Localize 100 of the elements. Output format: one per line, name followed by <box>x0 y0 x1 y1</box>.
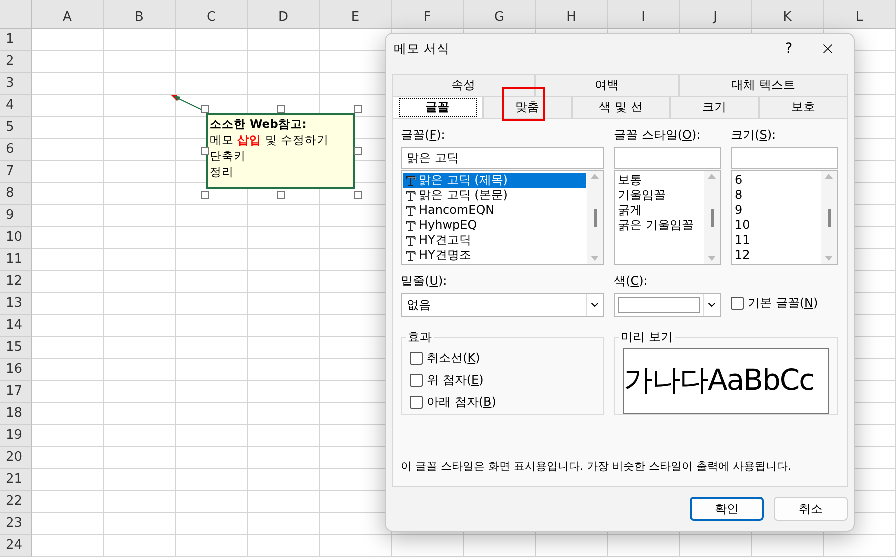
resize-handle[interactable] <box>354 147 362 155</box>
dialog-tab[interactable]: 보호 <box>758 96 848 118</box>
dialog-tab[interactable]: 글꼴 <box>392 96 484 118</box>
font-list[interactable]: 맑은 고딕 (제목) 맑은 고딕 (본문) HancomEQN HyhwpEQ HY견고딕 HY견명조 <box>401 170 604 265</box>
font-list-item[interactable]: HyhwpEQ <box>403 218 586 233</box>
row-header[interactable]: 4 <box>0 95 32 117</box>
row-header[interactable]: 3 <box>0 73 32 95</box>
scroll-thumb-icon[interactable] <box>594 208 596 226</box>
row-header[interactable]: 12 <box>0 271 32 293</box>
row-header[interactable]: 16 <box>0 359 32 381</box>
size-field[interactable] <box>731 147 838 169</box>
column-header[interactable]: E <box>320 0 392 29</box>
column-header[interactable]: L <box>824 0 896 29</box>
dialog-tab[interactable]: 맞춤 <box>483 96 572 118</box>
row-header[interactable]: 14 <box>0 315 32 337</box>
resize-handle[interactable] <box>277 105 285 113</box>
scroll-up-icon[interactable] <box>825 174 833 179</box>
row-header[interactable]: 23 <box>0 513 32 535</box>
resize-handle[interactable] <box>354 191 362 199</box>
row-header[interactable]: 21 <box>0 469 32 491</box>
dialog-tab[interactable]: 대체 텍스트 <box>678 74 848 96</box>
font-style-field[interactable] <box>614 147 721 169</box>
row-header[interactable]: 24 <box>0 535 32 557</box>
column-header[interactable]: I <box>608 0 680 29</box>
dialog-tab[interactable]: 크기 <box>670 96 759 118</box>
comment-box[interactable]: 소소한 Web참고: 메모 삽입 및 수정하기 단축키 정리 <box>206 113 355 189</box>
column-header[interactable]: C <box>176 0 248 29</box>
default-font-checkbox[interactable]: 기본 글꼴(N) <box>731 295 818 312</box>
scroll-thumb-icon[interactable] <box>710 208 714 226</box>
scroll-down-icon[interactable] <box>591 256 599 261</box>
row-header[interactable]: 2 <box>0 51 32 73</box>
resize-handle[interactable] <box>201 191 209 199</box>
font-field[interactable]: 맑은 고딕 <box>401 147 604 169</box>
column-header[interactable]: A <box>32 0 104 29</box>
column-header[interactable]: K <box>752 0 824 29</box>
ok-button[interactable]: 확인 <box>690 497 764 521</box>
dialog-tab[interactable]: 속성 <box>392 74 536 96</box>
row-header[interactable]: 5 <box>0 117 32 139</box>
font-style-list[interactable]: 보통 기울임꼴 굵게 굵은 기울임꼴 <box>614 170 721 265</box>
color-dropdown[interactable] <box>614 293 721 317</box>
column-header[interactable]: B <box>104 0 176 29</box>
resize-handle[interactable] <box>201 147 209 155</box>
row-header[interactable]: 7 <box>0 161 32 183</box>
comment-connector-arrow <box>174 96 203 111</box>
resize-handle[interactable] <box>354 105 362 113</box>
row-header[interactable]: 9 <box>0 205 32 227</box>
scroll-up-icon[interactable] <box>591 174 599 179</box>
row-header[interactable]: 18 <box>0 403 32 425</box>
resize-handle[interactable] <box>277 191 285 199</box>
scroll-thumb-icon[interactable] <box>828 208 830 226</box>
font-list-item[interactable]: 맑은 고딕 (제목) <box>403 173 586 188</box>
scroll-down-icon[interactable] <box>708 256 716 261</box>
row-header[interactable]: 17 <box>0 381 32 403</box>
font-style-item[interactable]: 보통 <box>616 173 703 188</box>
row-header[interactable]: 10 <box>0 227 32 249</box>
column-header[interactable]: J <box>680 0 752 29</box>
font-list-item[interactable]: HY견명조 <box>403 248 586 263</box>
size-item[interactable]: 10 <box>733 218 820 233</box>
font-style-item[interactable]: 굵게 <box>616 203 703 218</box>
field-label: 글꼴(F): <box>401 127 446 143</box>
row-header[interactable]: 20 <box>0 447 32 469</box>
comment-text-line: 단축키 <box>210 148 247 164</box>
column-header[interactable]: D <box>248 0 320 29</box>
cancel-button[interactable]: 취소 <box>774 497 848 521</box>
size-item[interactable]: 12 <box>733 248 820 263</box>
scroll-down-icon[interactable] <box>825 256 833 261</box>
font-type-icon <box>405 205 417 216</box>
dialog-tab[interactable]: 색 및 선 <box>572 96 670 118</box>
column-header[interactable]: G <box>464 0 536 29</box>
size-item[interactable]: 11 <box>733 233 820 248</box>
row-header[interactable]: 15 <box>0 337 32 359</box>
size-item[interactable]: 6 <box>733 173 820 188</box>
field-label: 글꼴 스타일(O): <box>614 127 702 143</box>
size-item[interactable]: 9 <box>733 203 820 218</box>
row-header[interactable]: 8 <box>0 183 32 205</box>
row-header[interactable]: 6 <box>0 139 32 161</box>
font-list-item[interactable]: HY견고딕 <box>403 233 586 248</box>
size-item[interactable]: 8 <box>733 188 820 203</box>
column-header[interactable]: H <box>536 0 608 29</box>
row-header[interactable]: 22 <box>0 491 32 513</box>
font-list-item[interactable]: 맑은 고딕 (본문) <box>403 188 586 203</box>
dialog-tab[interactable]: 여백 <box>535 74 679 96</box>
row-header[interactable]: 13 <box>0 293 32 315</box>
help-button[interactable]: ? <box>774 40 804 58</box>
row-header[interactable]: 19 <box>0 425 32 447</box>
scroll-up-icon[interactable] <box>708 174 716 179</box>
size-list[interactable]: 6 8 9 10 11 12 <box>731 170 838 265</box>
font-type-icon <box>405 235 417 246</box>
column-header[interactable]: F <box>392 0 464 29</box>
font-style-item[interactable]: 굵은 기울임꼴 <box>616 218 703 233</box>
font-list-item[interactable]: HancomEQN <box>403 203 586 218</box>
underline-dropdown[interactable]: 없음 <box>401 293 604 317</box>
resize-handle[interactable] <box>201 105 209 113</box>
row-header[interactable]: 1 <box>0 29 32 51</box>
row-header[interactable]: 11 <box>0 249 32 271</box>
font-style-item[interactable]: 기울임꼴 <box>616 188 703 203</box>
effect-checkbox[interactable]: 취소선(K) <box>410 350 595 367</box>
effect-checkbox[interactable]: 위 첨자(E) <box>410 372 595 389</box>
effect-checkbox[interactable]: 아래 첨자(B) <box>410 394 595 411</box>
font-type-icon <box>405 250 417 261</box>
